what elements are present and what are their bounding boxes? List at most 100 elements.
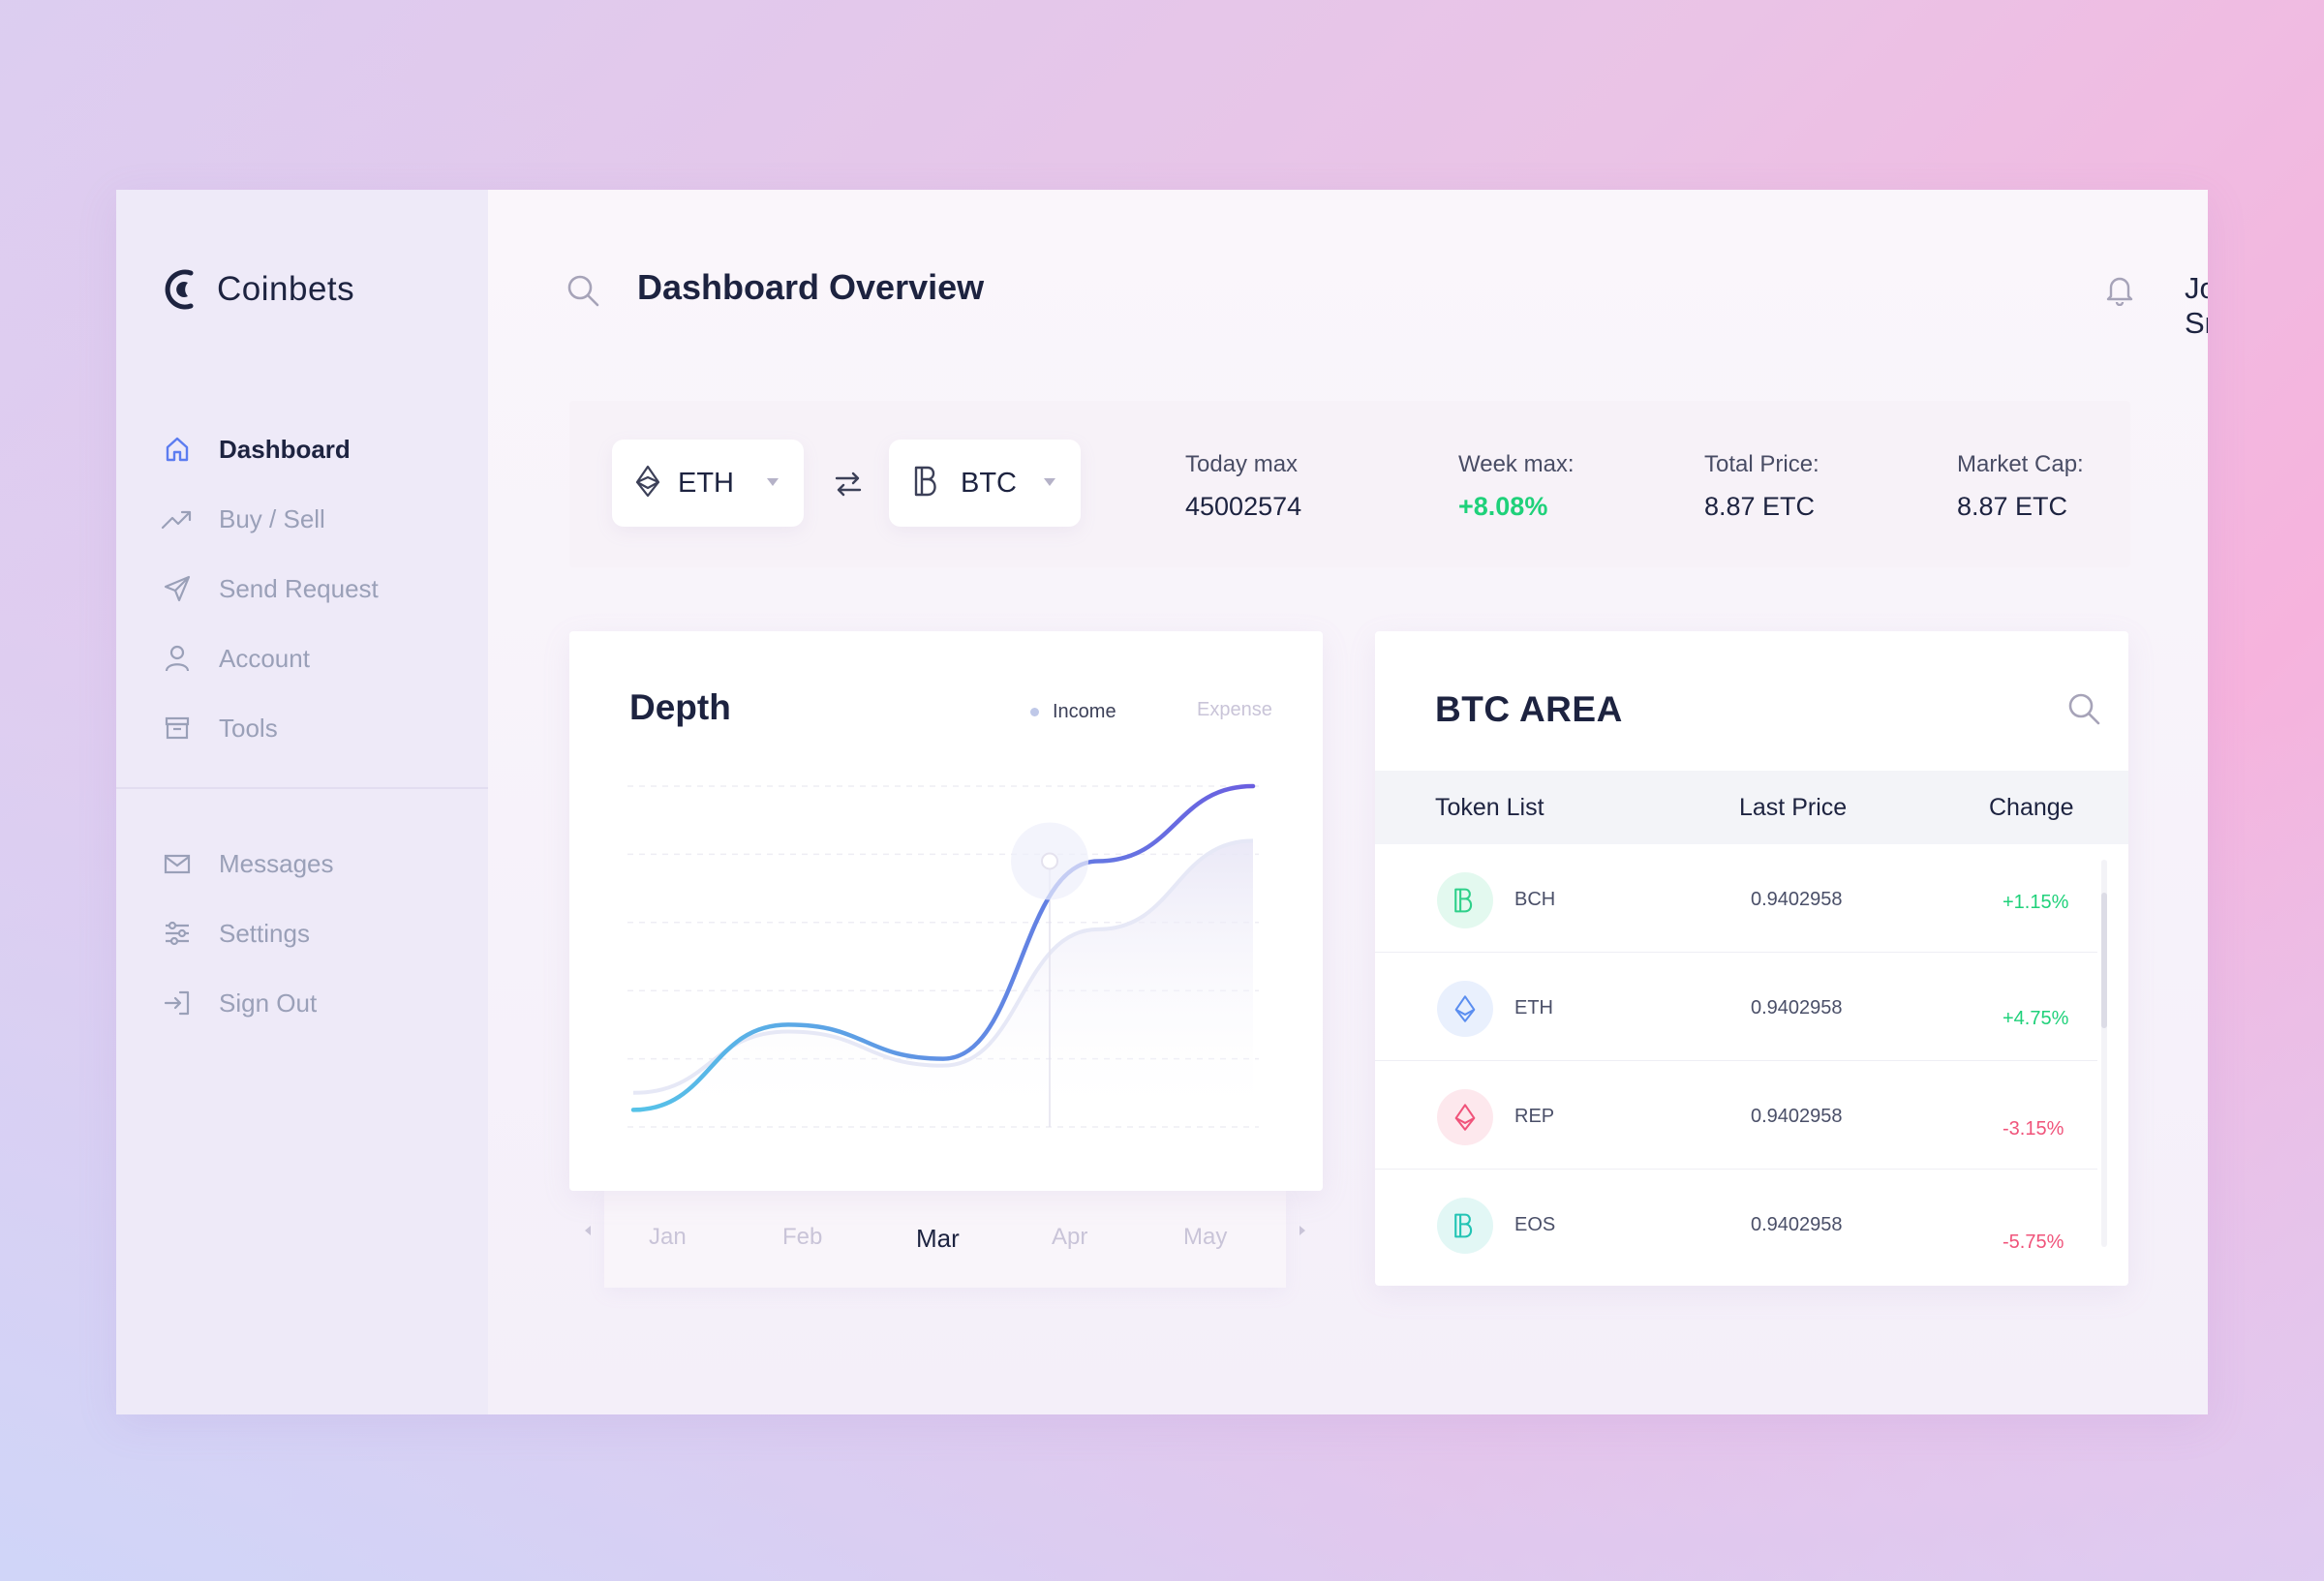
stat-week-max: Week max: +8.08% [1458,451,1575,522]
legend-expense-label: Expense [1197,699,1272,720]
bell-icon[interactable] [2105,273,2134,311]
sidebar-item-label: Send Request [219,573,379,603]
depth-chart [627,783,1259,1128]
expense-area [633,840,1253,1127]
sign-out-icon [161,987,194,1019]
legend-dot [1030,708,1039,716]
sidebar-item-label: Messages [219,848,334,878]
sidebar-item-account[interactable]: Account [161,623,379,693]
sidebar-item-label: Settings [219,918,310,948]
table-row[interactable]: BCH 0.9402958 +1.15% [1375,844,2097,953]
column-header-change[interactable]: Change [1989,794,2074,822]
token-change: +1.15% [2003,892,2069,913]
swap-icon[interactable] [833,469,864,504]
search-icon[interactable] [2066,691,2101,731]
sidebar-item-settings[interactable]: Settings [161,898,334,968]
token-change: -3.15% [2003,1118,2064,1140]
chevron-down-icon [767,478,779,486]
month-selector: Jan Feb Mar Apr May [604,1191,1286,1288]
stat-value: +8.08% [1458,492,1548,521]
sidebar-item-send-request[interactable]: Send Request [161,554,379,623]
sidebar-item-label: Account [219,643,310,673]
token-name: ETH [1514,997,1553,1019]
chevron-right-icon[interactable] [1300,1226,1305,1235]
search-icon[interactable] [566,273,600,313]
sidebar-item-tools[interactable]: Tools [161,693,379,763]
archive-icon [161,712,194,745]
legend-income[interactable]: Income [1030,701,1116,723]
stat-label: Today max [1185,451,1299,477]
sidebar-item-label: Buy / Sell [219,503,325,533]
home-icon [161,433,194,466]
mail-icon [161,847,194,880]
app-name: Coinbets [217,270,355,308]
chevron-down-icon [1044,478,1055,486]
stat-value: 45002574 [1185,492,1302,521]
token-price: 0.9402958 [1751,889,1843,910]
stat-total-price: Total Price: 8.87 ETC [1704,451,1819,522]
sidebar-item-label: Sign Out [219,988,318,1018]
primary-nav: Dashboard Buy / Sell Send Request Accoun… [161,414,379,763]
month-feb[interactable]: Feb [782,1224,822,1251]
month-may[interactable]: May [1183,1224,1227,1251]
token-price: 0.9402958 [1751,1214,1843,1235]
depth-card: Depth Income Expense [569,631,1323,1191]
sidebar-item-messages[interactable]: Messages [161,829,334,898]
from-coin-select[interactable]: ETH [612,440,804,527]
logo[interactable]: Coinbets [161,265,354,314]
bcoin-icon [912,465,943,502]
token-name: EOS [1514,1214,1556,1235]
main-content: Dashboard Overview John Smith ETH [488,190,2208,1414]
user-name[interactable]: John Smith [2185,271,2208,341]
token-name: BCH [1514,889,1556,910]
btc-area-title: BTC AREA [1435,689,1623,729]
sidebar-divider [116,787,488,789]
token-change: -5.75% [2003,1231,2064,1253]
topbar: Dashboard Overview John Smith [488,190,2208,340]
bcoin-icon [1437,872,1493,928]
to-coin-label: BTC [961,467,1017,499]
token-price: 0.9402958 [1751,1106,1843,1127]
trending-up-icon [161,502,194,535]
app-window: Coinbets Dashboard Buy / Sell Send Reque… [116,190,2208,1414]
month-mar[interactable]: Mar [916,1224,960,1254]
bcoin-icon [1437,1198,1493,1254]
table-row[interactable]: EOS 0.9402958 -5.75% [1375,1170,2097,1278]
legend-income-label: Income [1053,701,1116,722]
ethereum-icon [1437,1089,1493,1145]
scrollbar-thumb[interactable] [2101,893,2107,1028]
send-icon [161,572,194,605]
stat-label: Market Cap: [1957,451,2084,477]
table-row[interactable]: REP 0.9402958 -3.15% [1375,1061,2097,1170]
sidebar-item-label: Dashboard [219,434,351,464]
stat-label: Total Price: [1704,451,1819,477]
sidebar: Coinbets Dashboard Buy / Sell Send Reque… [116,190,488,1414]
sidebar-item-label: Tools [219,713,278,743]
legend-expense[interactable]: Expense [1197,699,1272,721]
from-coin-label: ETH [678,467,734,499]
page-title: Dashboard Overview [637,267,985,307]
column-header-price[interactable]: Last Price [1739,794,1847,822]
depth-title: Depth [629,687,731,727]
secondary-nav: Messages Settings Sign Out [161,829,334,1038]
stat-label: Week max: [1458,451,1575,477]
month-apr[interactable]: Apr [1052,1224,1087,1251]
sidebar-item-buy-sell[interactable]: Buy / Sell [161,484,379,554]
table-row[interactable]: ETH 0.9402958 +4.75% [1375,953,2097,1061]
table-header: Token List Last Price Change [1375,771,2128,844]
sidebar-item-sign-out[interactable]: Sign Out [161,968,334,1038]
btc-area-card: BTC AREA Token List Last Price Change BC… [1375,631,2128,1286]
stat-value: 8.87 ETC [1704,492,1816,521]
ethereum-icon [1437,981,1493,1037]
column-header-token[interactable]: Token List [1435,794,1544,822]
to-coin-select[interactable]: BTC [889,440,1081,527]
sidebar-item-dashboard[interactable]: Dashboard [161,414,379,484]
stat-value: 8.87 ETC [1957,492,2068,521]
token-change: +4.75% [2003,1008,2069,1029]
coinbets-logo-icon [165,269,194,310]
ticker-strip: ETH BTC Today max 45002574 Week max: +8.… [569,401,2130,567]
month-jan[interactable]: Jan [649,1224,687,1251]
chevron-left-icon[interactable] [585,1226,591,1235]
token-price: 0.9402958 [1751,997,1843,1019]
stat-market-cap: Market Cap: 8.87 ETC [1957,451,2084,522]
